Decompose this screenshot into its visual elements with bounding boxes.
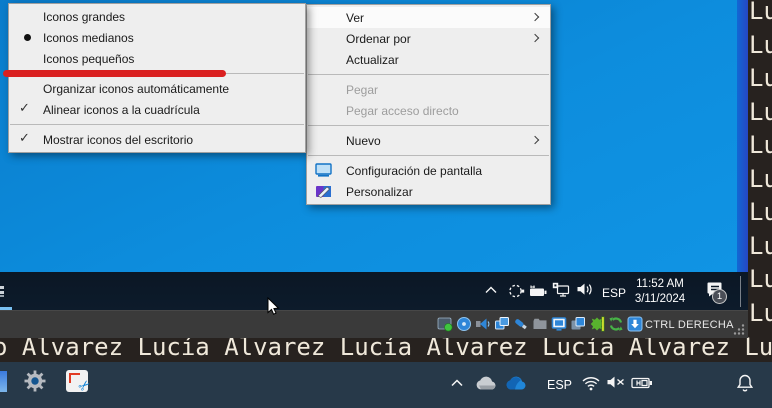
vm-clock-date: 3/11/2024 bbox=[634, 292, 686, 305]
vbox-display-icon[interactable] bbox=[551, 316, 567, 332]
vm-desktop-edge bbox=[737, 0, 748, 272]
vbox-resize-grip[interactable] bbox=[732, 323, 746, 336]
menu-item-pegar-acceso-directo[interactable]: Pegar acceso directo bbox=[307, 100, 550, 121]
console-line: Lucía Álvarez bbox=[749, 231, 772, 260]
submenu-item-organizar-iconos[interactable]: Organizar iconos automáticamente bbox=[9, 78, 305, 99]
console-line: Lucía Álvarez bbox=[749, 198, 772, 226]
console-line: Lucía Álvarez bbox=[749, 30, 772, 59]
host-tray-language-label[interactable]: ESP bbox=[547, 378, 572, 392]
menu-item-pegar[interactable]: Pegar bbox=[307, 79, 550, 100]
onedrive-gray-cloud-icon[interactable] bbox=[474, 374, 498, 392]
vm-tray-battery-icon[interactable] bbox=[529, 284, 548, 298]
volume-muted-icon[interactable] bbox=[606, 375, 626, 390]
submenu-item-iconos-medianos[interactable]: Iconos medianos bbox=[9, 27, 305, 48]
vm-tray-network-icon[interactable] bbox=[552, 282, 571, 298]
menu-item-label: Ordenar por bbox=[346, 31, 411, 46]
menu-item-label: Nuevo bbox=[346, 133, 381, 148]
submenu-item-alinear-iconos[interactable]: ✓ Alinear iconos a la cuadrícula bbox=[9, 99, 305, 120]
menu-item-ordenar-por[interactable]: Ordenar por bbox=[307, 28, 550, 49]
console-line: Lucía Álvarez bbox=[749, 0, 772, 25]
console-line: Lucía Álvarez bbox=[749, 131, 772, 159]
menu-item-ver[interactable]: Ver bbox=[307, 7, 550, 28]
menu-item-label: Iconos pequeños bbox=[43, 51, 135, 66]
snipping-tool-icon[interactable]: ✂ bbox=[66, 370, 95, 396]
mouse-cursor-icon bbox=[267, 297, 280, 316]
checkmark-icon: ✓ bbox=[19, 100, 30, 115]
personalize-icon bbox=[315, 184, 333, 199]
vm-tray-volume-icon[interactable] bbox=[576, 282, 593, 297]
settings-gear-icon[interactable] bbox=[24, 370, 46, 392]
submenu-arrow-icon bbox=[530, 12, 540, 22]
submenu-arrow-icon bbox=[530, 33, 540, 43]
vbox-usb-icon[interactable] bbox=[513, 316, 529, 332]
vm-tray-language-label[interactable]: ESP bbox=[602, 286, 626, 300]
menu-item-label: Organizar iconos automáticamente bbox=[43, 81, 230, 96]
menu-separator bbox=[308, 74, 549, 75]
menu-item-label: Pegar acceso directo bbox=[346, 103, 459, 118]
menu-separator bbox=[308, 155, 549, 156]
console-line: Lucía Álvarez bbox=[749, 164, 772, 193]
vbox-network-icon[interactable] bbox=[494, 316, 510, 332]
host-battery-icon[interactable] bbox=[631, 376, 653, 390]
menu-item-label: Ver bbox=[346, 10, 365, 25]
console-line: Lucía Álvarez bbox=[749, 298, 772, 327]
onedrive-blue-cloud-icon[interactable] bbox=[504, 374, 528, 392]
host-taskbar: ✂ ESP 11:57:03 11/03/2024 bbox=[0, 362, 772, 408]
menu-item-label: Iconos medianos bbox=[43, 30, 134, 45]
host-console-text-column: Lucía Álvarez Lucía Álvarez Lucía Álvare… bbox=[749, 0, 772, 340]
vbox-audio-icon[interactable] bbox=[475, 316, 491, 332]
vbox-optical-drives-icon[interactable] bbox=[456, 316, 472, 332]
notification-badge: 1 bbox=[712, 289, 727, 304]
display-settings-icon bbox=[315, 163, 333, 178]
vbox-mouse-integration-icon[interactable] bbox=[608, 316, 624, 332]
console-line: Lucía Álvarez bbox=[749, 97, 772, 126]
annotation-red-underline bbox=[3, 70, 226, 77]
menu-item-label: Pegar bbox=[346, 82, 379, 97]
menu-item-configuracion-de-pantalla[interactable]: Configuración de pantalla bbox=[307, 160, 550, 181]
vbox-shared-folders-icon[interactable] bbox=[532, 316, 548, 332]
vm-tray-chevron-up-icon[interactable] bbox=[484, 285, 498, 295]
notification-bell-icon[interactable] bbox=[736, 373, 754, 393]
menu-item-label: Mostrar iconos del escritorio bbox=[43, 132, 194, 147]
vbox-hostkey-label: CTRL DERECHA bbox=[645, 319, 734, 331]
vm-taskbar-app-fragment-icon[interactable] bbox=[0, 286, 4, 297]
selected-option-bullet-icon bbox=[24, 34, 31, 41]
console-line: Lucía Álvarez bbox=[749, 64, 772, 92]
vbox-keyboard-icon[interactable] bbox=[627, 316, 643, 332]
view-submenu: Iconos grandes Iconos medianos Iconos pe… bbox=[8, 3, 306, 153]
menu-item-label: Alinear iconos a la cuadrícula bbox=[43, 102, 200, 117]
host-taskbar-app-fragment-icon[interactable] bbox=[0, 371, 7, 392]
console-line: Lucía Álvarez bbox=[749, 265, 772, 293]
menu-item-actualizar[interactable]: Actualizar bbox=[307, 49, 550, 70]
vm-tray-clock[interactable]: 11:52 AM 3/11/2024 bbox=[630, 277, 690, 306]
submenu-arrow-icon bbox=[530, 135, 540, 145]
show-desktop-separator[interactable] bbox=[740, 276, 741, 307]
vbox-features-icon[interactable] bbox=[589, 316, 605, 332]
vm-tray-status-circle-icon[interactable] bbox=[507, 282, 525, 300]
wifi-icon[interactable] bbox=[581, 375, 601, 391]
menu-item-label: Configuración de pantalla bbox=[346, 163, 483, 178]
vm-clock-time: 11:52 AM bbox=[636, 278, 684, 290]
menu-item-label: Iconos grandes bbox=[43, 9, 126, 24]
menu-item-label: Actualizar bbox=[346, 52, 399, 67]
screen: Lucía Álvarez Lucía Álvarez Lucía Álvare… bbox=[0, 0, 772, 408]
menu-item-personalizar[interactable]: Personalizar bbox=[307, 181, 550, 202]
submenu-item-iconos-grandes[interactable]: Iconos grandes bbox=[9, 6, 305, 27]
menu-item-label: Personalizar bbox=[346, 184, 413, 199]
vbox-hard-disks-icon[interactable] bbox=[437, 316, 453, 332]
checkmark-icon: ✓ bbox=[19, 130, 30, 145]
host-tray-chevron-up-icon[interactable] bbox=[450, 378, 464, 388]
menu-separator bbox=[10, 124, 304, 125]
menu-separator bbox=[308, 125, 549, 126]
desktop-context-menu: Ver Ordenar por Actualizar Pegar Pegar a… bbox=[306, 4, 551, 205]
submenu-item-mostrar-iconos[interactable]: ✓ Mostrar iconos del escritorio bbox=[9, 129, 305, 150]
menu-item-nuevo[interactable]: Nuevo bbox=[307, 130, 550, 151]
submenu-item-iconos-pequenos[interactable]: Iconos pequeños bbox=[9, 48, 305, 69]
vbox-seamless-icon[interactable] bbox=[570, 316, 586, 332]
